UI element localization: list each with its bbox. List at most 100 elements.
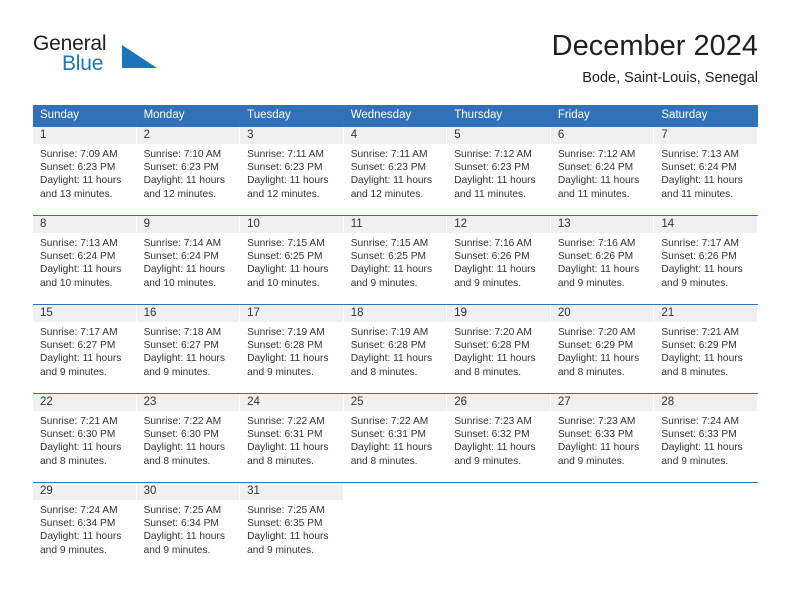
sunset-text: Sunset: 6:23 PM <box>143 162 219 174</box>
day-cell[interactable]: 27 Sunrise: 7:23 AM Sunset: 6:33 PM Dayligh… <box>550 393 655 483</box>
day-cell[interactable]: 24 Sunrise: 7:22 AM Sunset: 6:31 PM Dayligh… <box>240 393 344 483</box>
daylight-text-line1: Daylight: 11 hours <box>40 264 122 276</box>
daylight-text-line2: and 12 minutes. <box>350 188 424 200</box>
sunrise-text: Sunrise: 7:11 AM <box>247 149 324 160</box>
day-details: Sunrise: 7:13 AM Sunset: 6:24 PM Daylight:… <box>33 233 137 290</box>
daylight-text-line2: and 9 minutes. <box>40 366 107 378</box>
sunrise-text: Sunrise: 7:09 AM <box>40 149 118 160</box>
day-number: 5 <box>447 127 551 144</box>
sunset-text: Sunset: 6:33 PM <box>661 429 737 441</box>
sunset-text: Sunset: 6:23 PM <box>350 162 427 174</box>
day-cell[interactable]: 7 Sunrise: 7:13 AM Sunset: 6:24 PM Daylight… <box>654 126 758 216</box>
daylight-text-line2: and 9 minutes. <box>143 544 211 556</box>
daylight-text-line1: Daylight: 11 hours <box>40 175 122 187</box>
day-details: Sunrise: 7:12 AM Sunset: 6:23 PM Daylight:… <box>447 144 551 201</box>
day-number: 21 <box>654 305 758 322</box>
day-number: 22 <box>33 394 137 411</box>
day-cell[interactable]: 20 Sunrise: 7:20 AM Sunset: 6:29 PM Dayligh… <box>550 304 655 394</box>
page-header: General Blue December 2024 Bode, Saint-L… <box>33 28 758 98</box>
day-number <box>343 483 448 500</box>
day-cell[interactable]: 25 Sunrise: 7:22 AM Sunset: 6:31 PM Dayligh… <box>343 393 448 483</box>
day-number: 4 <box>343 127 448 144</box>
day-cell[interactable]: 9 Sunrise: 7:14 AM Sunset: 6:24 PM Daylight… <box>136 215 241 305</box>
sunrise-text: Sunrise: 7:22 AM <box>143 416 222 427</box>
daylight-text-line2: and 8 minutes. <box>143 455 211 467</box>
daylight-text-line1: Daylight: 11 hours <box>143 531 225 543</box>
day-cell[interactable]: 18 Sunrise: 7:19 AM Sunset: 6:28 PM Dayligh… <box>343 304 448 394</box>
daylight-text-line2: and 11 minutes. <box>454 188 526 200</box>
day-cell[interactable]: 31 Sunrise: 7:25 AM Sunset: 6:35 PM Dayligh… <box>240 481 344 557</box>
day-details: Sunrise: 7:25 AM Sunset: 6:34 PM Daylight:… <box>137 500 241 557</box>
day-cell[interactable]: 22 Sunrise: 7:21 AM Sunset: 6:30 PM Dayligh… <box>33 393 137 483</box>
day-number: 17 <box>240 305 344 322</box>
day-cell[interactable]: 6 Sunrise: 7:12 AM Sunset: 6:24 PM Daylight… <box>550 126 655 216</box>
daylight-text-line1: Daylight: 11 hours <box>247 531 329 543</box>
daylight-text-line1: Daylight: 11 hours <box>143 175 225 187</box>
sunset-text: Sunset: 6:29 PM <box>661 340 737 352</box>
sunrise-text: Sunrise: 7:20 AM <box>454 327 532 338</box>
weekday-header-friday: Friday <box>550 105 655 127</box>
daylight-text-line1: Daylight: 11 hours <box>143 442 225 454</box>
calendar-header-row: Sunday Monday Tuesday Wednesday Thursday… <box>33 105 758 127</box>
day-details: Sunrise: 7:17 AM Sunset: 6:26 PM Daylight:… <box>654 233 758 290</box>
day-number: 9 <box>136 216 241 233</box>
sunset-text: Sunset: 6:30 PM <box>40 429 116 441</box>
day-cell[interactable]: 8 Sunrise: 7:13 AM Sunset: 6:24 PM Daylight… <box>33 215 137 305</box>
day-cell[interactable]: 26 Sunrise: 7:23 AM Sunset: 6:32 PM Dayligh… <box>447 393 551 483</box>
daylight-text-line2: and 8 minutes. <box>454 366 522 378</box>
day-cell[interactable]: 5 Sunrise: 7:12 AM Sunset: 6:23 PM Daylight… <box>447 126 551 216</box>
sunset-text: Sunset: 6:28 PM <box>350 340 427 352</box>
sunset-text: Sunset: 6:32 PM <box>454 429 530 441</box>
daylight-text-line2: and 9 minutes. <box>661 455 729 467</box>
day-cell[interactable]: 19 Sunrise: 7:20 AM Sunset: 6:28 PM Dayligh… <box>447 304 551 394</box>
day-number: 12 <box>447 216 551 233</box>
daylight-text-line1: Daylight: 11 hours <box>557 442 640 454</box>
day-details: Sunrise: 7:16 AM Sunset: 6:26 PM Daylight:… <box>447 233 551 290</box>
daylight-text-line1: Daylight: 11 hours <box>661 353 743 365</box>
day-cell[interactable]: 11 Sunrise: 7:15 AM Sunset: 6:25 PM Dayligh… <box>343 215 448 305</box>
day-cell[interactable]: 12 Sunrise: 7:16 AM Sunset: 6:26 PM Dayligh… <box>447 215 551 305</box>
sunset-text: Sunset: 6:24 PM <box>557 162 634 174</box>
day-details: Sunrise: 7:24 AM Sunset: 6:34 PM Daylight:… <box>33 500 137 557</box>
day-cell[interactable]: 28 Sunrise: 7:24 AM Sunset: 6:33 PM Dayligh… <box>654 393 758 483</box>
day-number: 31 <box>240 483 344 500</box>
day-cell[interactable]: 1 Sunrise: 7:09 AM Sunset: 6:23 PM Daylight… <box>33 126 137 216</box>
sunset-text: Sunset: 6:29 PM <box>557 340 634 352</box>
sunset-text: Sunset: 6:31 PM <box>247 429 323 441</box>
day-cell[interactable]: 23 Sunrise: 7:22 AM Sunset: 6:30 PM Dayligh… <box>136 393 241 483</box>
day-cell[interactable]: 29 Sunrise: 7:24 AM Sunset: 6:34 PM Dayligh… <box>33 481 137 557</box>
day-cell[interactable]: 15 Sunrise: 7:17 AM Sunset: 6:27 PM Dayligh… <box>33 304 137 394</box>
day-cell[interactable]: 10 Sunrise: 7:15 AM Sunset: 6:25 PM Dayligh… <box>240 215 344 305</box>
calendar-week-row: 8 Sunrise: 7:13 AM Sunset: 6:24 PM Daylight… <box>33 215 758 305</box>
sunrise-text: Sunrise: 7:18 AM <box>143 327 222 338</box>
daylight-text-line2: and 9 minutes. <box>454 455 522 467</box>
day-number: 16 <box>136 305 241 322</box>
day-cell[interactable]: 2 Sunrise: 7:10 AM Sunset: 6:23 PM Daylight… <box>136 126 241 216</box>
day-details: Sunrise: 7:21 AM Sunset: 6:29 PM Daylight:… <box>654 322 758 379</box>
day-cell[interactable]: 4 Sunrise: 7:11 AM Sunset: 6:23 PM Daylight… <box>343 126 448 216</box>
sunrise-text: Sunrise: 7:16 AM <box>557 238 636 249</box>
day-cell[interactable]: 14 Sunrise: 7:17 AM Sunset: 6:26 PM Dayligh… <box>654 215 758 305</box>
day-cell[interactable]: 3 Sunrise: 7:11 AM Sunset: 6:23 PM Daylight… <box>240 126 344 216</box>
day-details: Sunrise: 7:13 AM Sunset: 6:24 PM Daylight:… <box>654 144 758 201</box>
daylight-text-line2: and 8 minutes. <box>661 366 729 378</box>
daylight-text-line1: Daylight: 11 hours <box>350 442 433 454</box>
sunset-text: Sunset: 6:28 PM <box>454 340 530 352</box>
daylight-text-line1: Daylight: 11 hours <box>661 175 743 187</box>
day-details: Sunrise: 7:22 AM Sunset: 6:31 PM Daylight:… <box>240 411 344 468</box>
weekday-header-saturday: Saturday <box>654 105 758 127</box>
sunset-text: Sunset: 6:26 PM <box>661 251 737 263</box>
day-cell[interactable]: 21 Sunrise: 7:21 AM Sunset: 6:29 PM Dayligh… <box>654 304 758 394</box>
day-cell[interactable]: 30 Sunrise: 7:25 AM Sunset: 6:34 PM Dayligh… <box>136 481 241 557</box>
day-details: Sunrise: 7:15 AM Sunset: 6:25 PM Daylight:… <box>344 233 448 290</box>
daylight-text-line2: and 11 minutes. <box>557 188 630 200</box>
day-cell[interactable]: 17 Sunrise: 7:19 AM Sunset: 6:28 PM Dayligh… <box>240 304 344 394</box>
daylight-text-line1: Daylight: 11 hours <box>143 353 225 365</box>
day-number: 3 <box>240 127 344 144</box>
day-cell[interactable]: 16 Sunrise: 7:18 AM Sunset: 6:27 PM Dayligh… <box>136 304 241 394</box>
sunrise-text: Sunrise: 7:22 AM <box>350 416 429 427</box>
sunrise-text: Sunrise: 7:15 AM <box>350 238 429 249</box>
sunrise-text: Sunrise: 7:24 AM <box>661 416 739 427</box>
sunrise-text: Sunrise: 7:11 AM <box>350 149 428 160</box>
day-cell[interactable]: 13 Sunrise: 7:16 AM Sunset: 6:26 PM Dayligh… <box>550 215 655 305</box>
